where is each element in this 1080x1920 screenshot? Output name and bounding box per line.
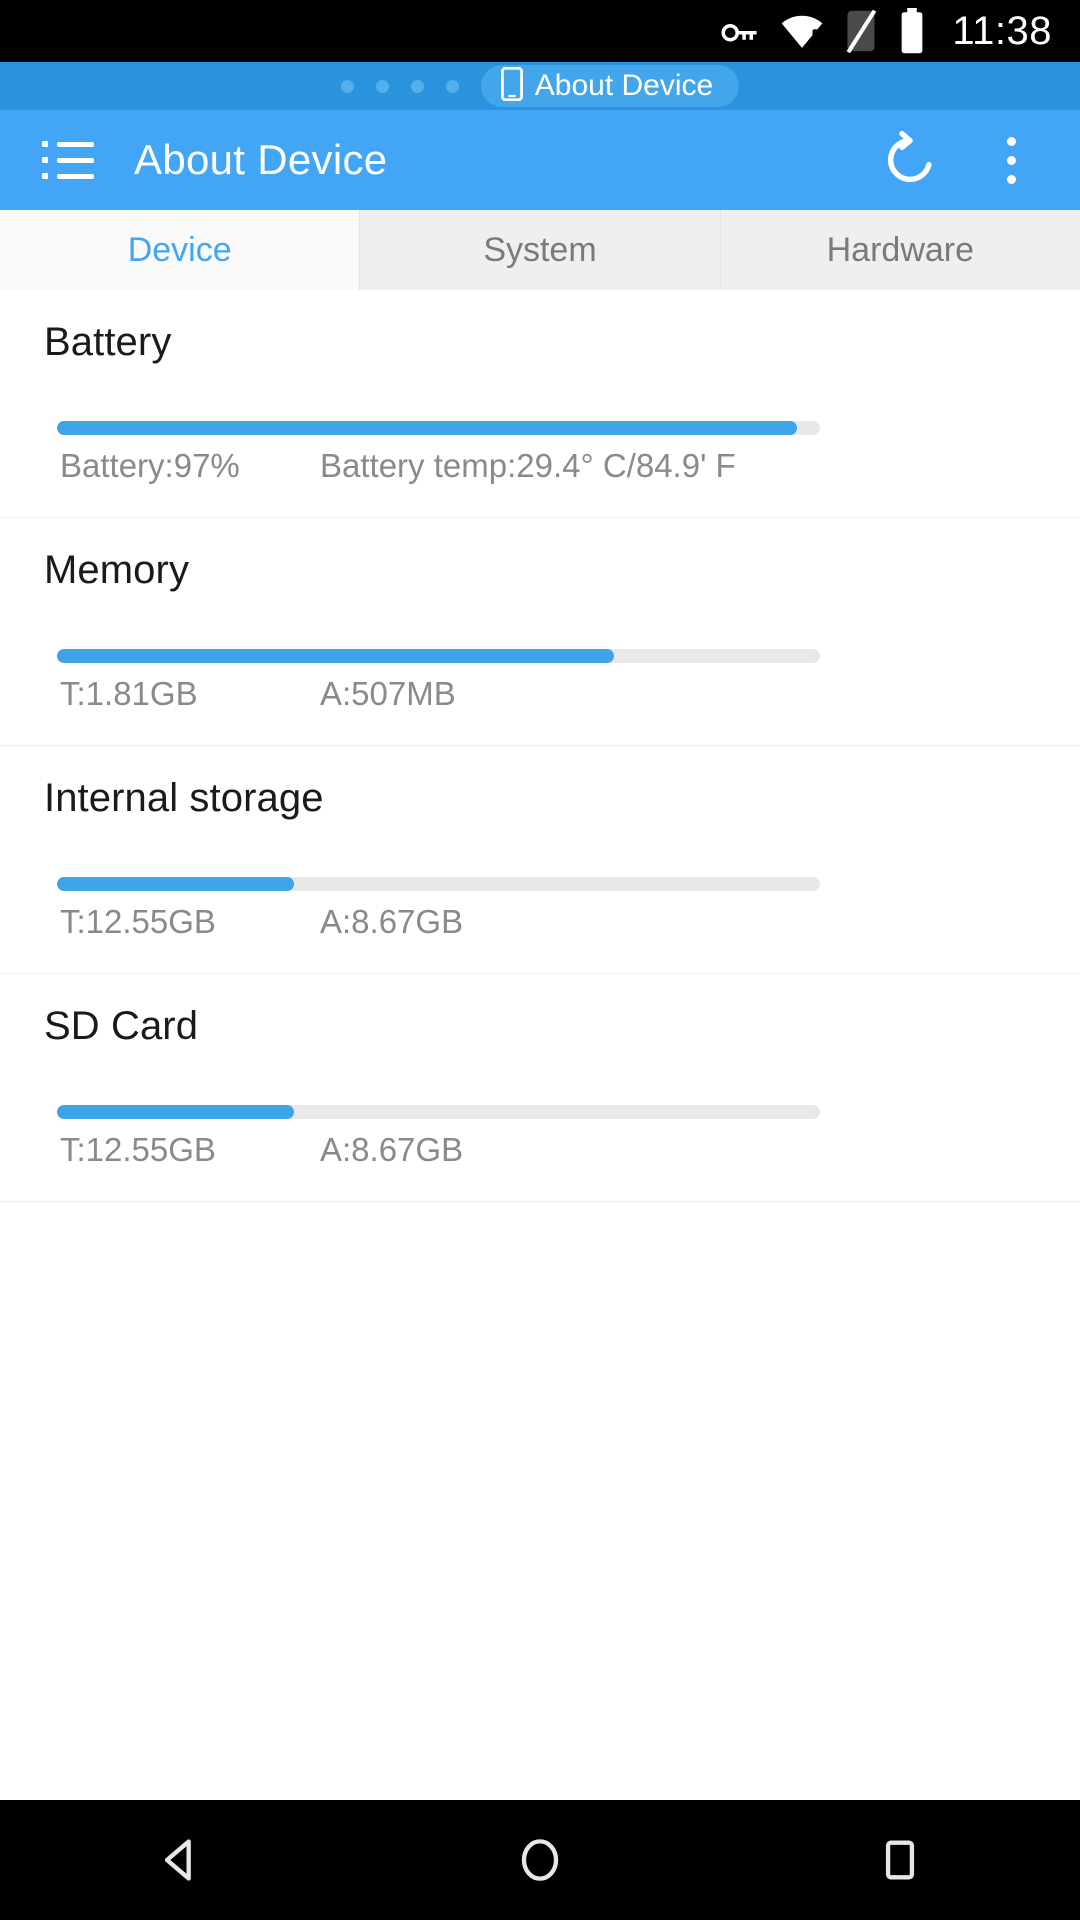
home-icon[interactable] [465,1800,615,1920]
stat-primary: T:12.55GB [60,1131,216,1168]
tab-device[interactable]: Device [0,210,361,290]
vpn-key-icon [718,10,760,52]
stat-secondary: A:8.67GB [320,903,464,940]
device-info-list: Battery Battery:97% Battery temp:29.4° C… [0,290,1080,1800]
stat-secondary: A:507MB [320,675,456,712]
section-battery[interactable]: Battery Battery:97% Battery temp:29.4° C… [0,290,1080,518]
tab-dot[interactable] [375,79,389,93]
app-bar: About Device [0,110,1080,210]
battery-progress-track [57,421,820,435]
status-bar-clock: 11:38 [952,8,1052,53]
more-vert-icon[interactable] [976,114,1046,206]
section-stats: T:12.55GB A:8.67GB [0,1119,1080,1201]
sd-card-progress-fill [57,1105,294,1119]
status-bar: 11:38 [0,0,1080,62]
app-switcher-bar: About Device [0,62,1080,110]
recents-icon[interactable] [825,1800,975,1920]
tab-bar: Device System Hardware [0,210,1080,290]
section-stats: T:1.81GB A:507MB [0,663,1080,745]
section-title: Battery [44,320,172,364]
internal-storage-progress-track [57,877,820,891]
stat-secondary: A:8.67GB [320,1131,464,1168]
section-title: Memory [44,548,190,592]
section-stats: T:12.55GB A:8.67GB [0,891,1080,973]
wifi-warning-icon [780,11,824,51]
inactive-tab-dots[interactable] [340,79,459,93]
phone-icon [500,66,523,106]
stat-primary: Battery:97% [60,447,240,484]
section-title: Internal storage [44,776,324,820]
stat-secondary: Battery temp:29.4° C/84.9' F [320,447,736,484]
section-stats: Battery:97% Battery temp:29.4° C/84.9' F [0,435,1080,517]
section-sd-card[interactable]: SD Card T:12.55GB A:8.67GB [0,974,1080,1202]
battery-progress-fill [57,421,798,435]
system-navigation-bar [0,1800,1080,1920]
sd-card-progress-track [57,1105,820,1119]
sim-missing-icon [844,9,878,53]
tab-dot[interactable] [340,79,354,93]
section-memory[interactable]: Memory T:1.81GB A:507MB [0,518,1080,746]
page-title: About Device [134,136,388,183]
app-bar-actions [864,114,1080,206]
tab-system[interactable]: System [360,210,721,290]
back-icon[interactable] [105,1800,255,1920]
tab-dot[interactable] [410,79,424,93]
internal-storage-progress-fill [57,877,294,891]
memory-progress-track [57,649,820,663]
active-tab-pill[interactable]: About Device [480,65,740,107]
list-menu-icon[interactable] [42,138,94,182]
active-tab-label: About Device [534,69,714,102]
refresh-button[interactable] [864,114,956,206]
memory-progress-fill [57,649,614,663]
stat-primary: T:12.55GB [60,903,216,940]
tab-hardware[interactable]: Hardware [720,210,1080,290]
phone-screen: 11:38 About Device About Device Device S… [0,0,1080,1920]
battery-full-icon [898,8,926,54]
stat-primary: T:1.81GB [60,675,198,712]
tab-dot[interactable] [445,79,459,93]
section-internal-storage[interactable]: Internal storage T:12.55GB A:8.67GB [0,746,1080,974]
section-title: SD Card [44,1004,199,1048]
